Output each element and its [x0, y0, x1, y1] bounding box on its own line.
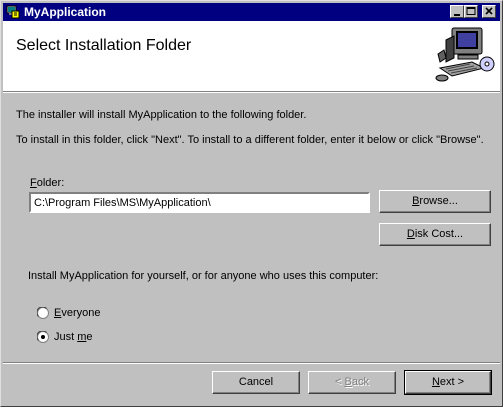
- close-icon: [485, 7, 493, 15]
- radio-just-me-label[interactable]: Just me: [54, 330, 93, 344]
- folder-path-value: C:\Program Files\MS\MyApplication\: [34, 197, 211, 209]
- intro-text: The installer will install MyApplication…: [16, 109, 307, 121]
- minimize-icon: [454, 14, 460, 16]
- title-bar[interactable]: MyApplication: [3, 3, 500, 21]
- maximize-button[interactable]: [464, 5, 478, 18]
- computer-setup-icon: [435, 27, 495, 82]
- footer-separator: [3, 362, 500, 364]
- page-title: Select Installation Folder: [16, 37, 192, 54]
- installer-window: MyApplication Select Installation Folder…: [0, 0, 503, 407]
- radio-everyone[interactable]: [37, 307, 49, 319]
- folder-path-input[interactable]: C:\Program Files\MS\MyApplication\: [29, 192, 370, 213]
- maximize-icon: [466, 7, 476, 15]
- back-button[interactable]: < Back: [308, 371, 396, 394]
- close-button[interactable]: [482, 5, 496, 18]
- radio-everyone-label[interactable]: Everyone: [54, 306, 100, 320]
- instruction-text: To install in this folder, click "Next".…: [16, 134, 484, 146]
- banner-separator: [3, 91, 500, 93]
- window-title: MyApplication: [24, 5, 107, 19]
- header-banner: Select Installation Folder: [3, 21, 500, 91]
- scope-prompt: Install MyApplication for yourself, or f…: [28, 270, 379, 282]
- folder-label: Folder:: [30, 177, 65, 189]
- radio-just-me[interactable]: [37, 331, 49, 343]
- cancel-button[interactable]: Cancel: [212, 371, 300, 394]
- browse-button[interactable]: Browse...: [379, 190, 491, 213]
- disk-cost-button[interactable]: Disk Cost...: [379, 223, 491, 246]
- app-icon: [6, 5, 20, 19]
- next-button[interactable]: Next >: [404, 370, 492, 395]
- minimize-button[interactable]: [450, 5, 464, 18]
